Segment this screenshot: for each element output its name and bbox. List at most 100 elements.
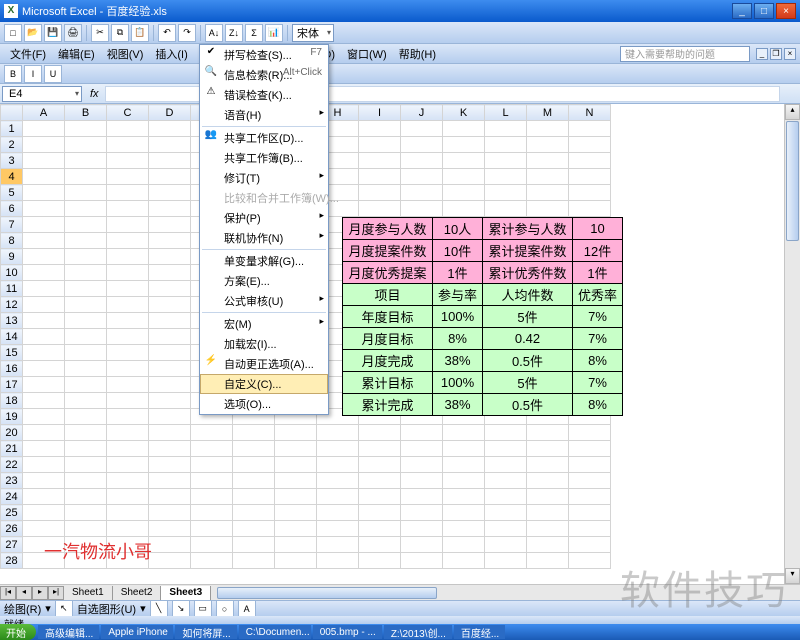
cell[interactable] — [527, 169, 569, 185]
table-cell[interactable]: 7% — [573, 328, 623, 350]
draw-menu[interactable]: 绘图(R) — [4, 601, 41, 617]
cell[interactable] — [485, 137, 527, 153]
cell[interactable] — [569, 473, 611, 489]
cell[interactable] — [149, 153, 191, 169]
cell[interactable] — [107, 345, 149, 361]
table-cell[interactable]: 10 — [573, 218, 623, 240]
cell[interactable] — [527, 553, 569, 569]
menu-help[interactable]: 帮助(H) — [393, 44, 442, 64]
scroll-thumb[interactable] — [786, 121, 799, 241]
cell[interactable] — [107, 185, 149, 201]
cell[interactable] — [569, 121, 611, 137]
bold-icon[interactable]: B — [4, 65, 22, 83]
cell[interactable] — [107, 201, 149, 217]
cell[interactable] — [65, 409, 107, 425]
cell[interactable] — [275, 441, 317, 457]
cell[interactable] — [149, 185, 191, 201]
cell[interactable] — [443, 137, 485, 153]
table-cell[interactable]: 38% — [433, 350, 483, 372]
cell[interactable] — [275, 521, 317, 537]
cell[interactable] — [107, 393, 149, 409]
row-header[interactable]: 27 — [1, 537, 23, 553]
menu-item[interactable]: 👥共享工作区(D)... — [200, 128, 328, 148]
sheet-tab[interactable]: Sheet3 — [161, 586, 211, 600]
cell[interactable] — [149, 553, 191, 569]
cell[interactable] — [65, 441, 107, 457]
cell[interactable] — [401, 505, 443, 521]
menu-item[interactable]: 修订(T) — [200, 168, 328, 188]
cell[interactable] — [275, 425, 317, 441]
cell[interactable] — [107, 169, 149, 185]
cell[interactable] — [23, 265, 65, 281]
cell[interactable] — [23, 217, 65, 233]
taskbar-item[interactable]: 高级编辑... — [38, 625, 99, 639]
line-icon[interactable]: ╲ — [150, 600, 168, 618]
cell[interactable] — [65, 521, 107, 537]
cell[interactable] — [107, 121, 149, 137]
cell[interactable] — [149, 441, 191, 457]
cell[interactable] — [317, 521, 359, 537]
cell[interactable] — [149, 361, 191, 377]
cell[interactable] — [149, 217, 191, 233]
cell[interactable] — [359, 169, 401, 185]
row-header[interactable]: 2 — [1, 137, 23, 153]
table-cell[interactable]: 7% — [573, 306, 623, 328]
cell[interactable] — [443, 425, 485, 441]
table-cell[interactable]: 38% — [433, 394, 483, 416]
table-cell[interactable]: 10件 — [433, 240, 483, 262]
cell[interactable] — [359, 441, 401, 457]
row-header[interactable]: 23 — [1, 473, 23, 489]
menu-view[interactable]: 视图(V) — [101, 44, 150, 64]
cell[interactable] — [401, 169, 443, 185]
cell[interactable] — [65, 345, 107, 361]
child-close-button[interactable]: × — [784, 48, 796, 60]
row-header[interactable]: 7 — [1, 217, 23, 233]
table-cell[interactable]: 累计完成 — [343, 394, 433, 416]
cell[interactable] — [23, 121, 65, 137]
cell[interactable] — [23, 393, 65, 409]
cell[interactable] — [569, 185, 611, 201]
cell[interactable] — [149, 537, 191, 553]
cell[interactable] — [275, 505, 317, 521]
cell[interactable] — [569, 169, 611, 185]
menu-item[interactable]: ✔拼写检查(S)...F7 — [200, 45, 328, 65]
cell[interactable] — [23, 489, 65, 505]
taskbar-item[interactable]: C:\Documen... — [239, 625, 311, 639]
table-cell[interactable]: 8% — [573, 350, 623, 372]
open-icon[interactable]: 📂 — [24, 24, 42, 42]
row-header[interactable]: 15 — [1, 345, 23, 361]
cell[interactable] — [149, 137, 191, 153]
minimize-button[interactable]: _ — [732, 3, 752, 19]
cell[interactable] — [233, 521, 275, 537]
underline-icon[interactable]: U — [44, 65, 62, 83]
cell[interactable] — [569, 137, 611, 153]
menu-insert[interactable]: 插入(I) — [149, 44, 193, 64]
cell[interactable] — [149, 473, 191, 489]
row-header[interactable]: 21 — [1, 441, 23, 457]
cell[interactable] — [527, 153, 569, 169]
cell[interactable] — [485, 505, 527, 521]
cell[interactable] — [65, 249, 107, 265]
cell[interactable] — [443, 121, 485, 137]
table-cell[interactable]: 月度提案件数 — [343, 240, 433, 262]
row-header[interactable]: 17 — [1, 377, 23, 393]
table-cell[interactable]: 5件 — [483, 306, 573, 328]
table-header[interactable]: 优秀率 — [573, 284, 623, 306]
cell[interactable] — [275, 473, 317, 489]
sort-asc-icon[interactable]: A↓ — [205, 24, 223, 42]
cell[interactable] — [107, 409, 149, 425]
row-header[interactable]: 3 — [1, 153, 23, 169]
arrow-icon[interactable]: ↘ — [172, 600, 190, 618]
menu-item[interactable]: 单变量求解(G)... — [200, 251, 328, 271]
col-header[interactable]: M — [527, 105, 569, 121]
cell[interactable] — [401, 473, 443, 489]
cell[interactable] — [569, 425, 611, 441]
cell[interactable] — [23, 249, 65, 265]
cell[interactable] — [359, 553, 401, 569]
cell[interactable] — [443, 537, 485, 553]
cell[interactable] — [485, 521, 527, 537]
cell[interactable] — [65, 217, 107, 233]
table-header[interactable]: 项目 — [343, 284, 433, 306]
cell[interactable] — [317, 489, 359, 505]
font-dropdown[interactable]: 宋体 — [292, 24, 334, 42]
